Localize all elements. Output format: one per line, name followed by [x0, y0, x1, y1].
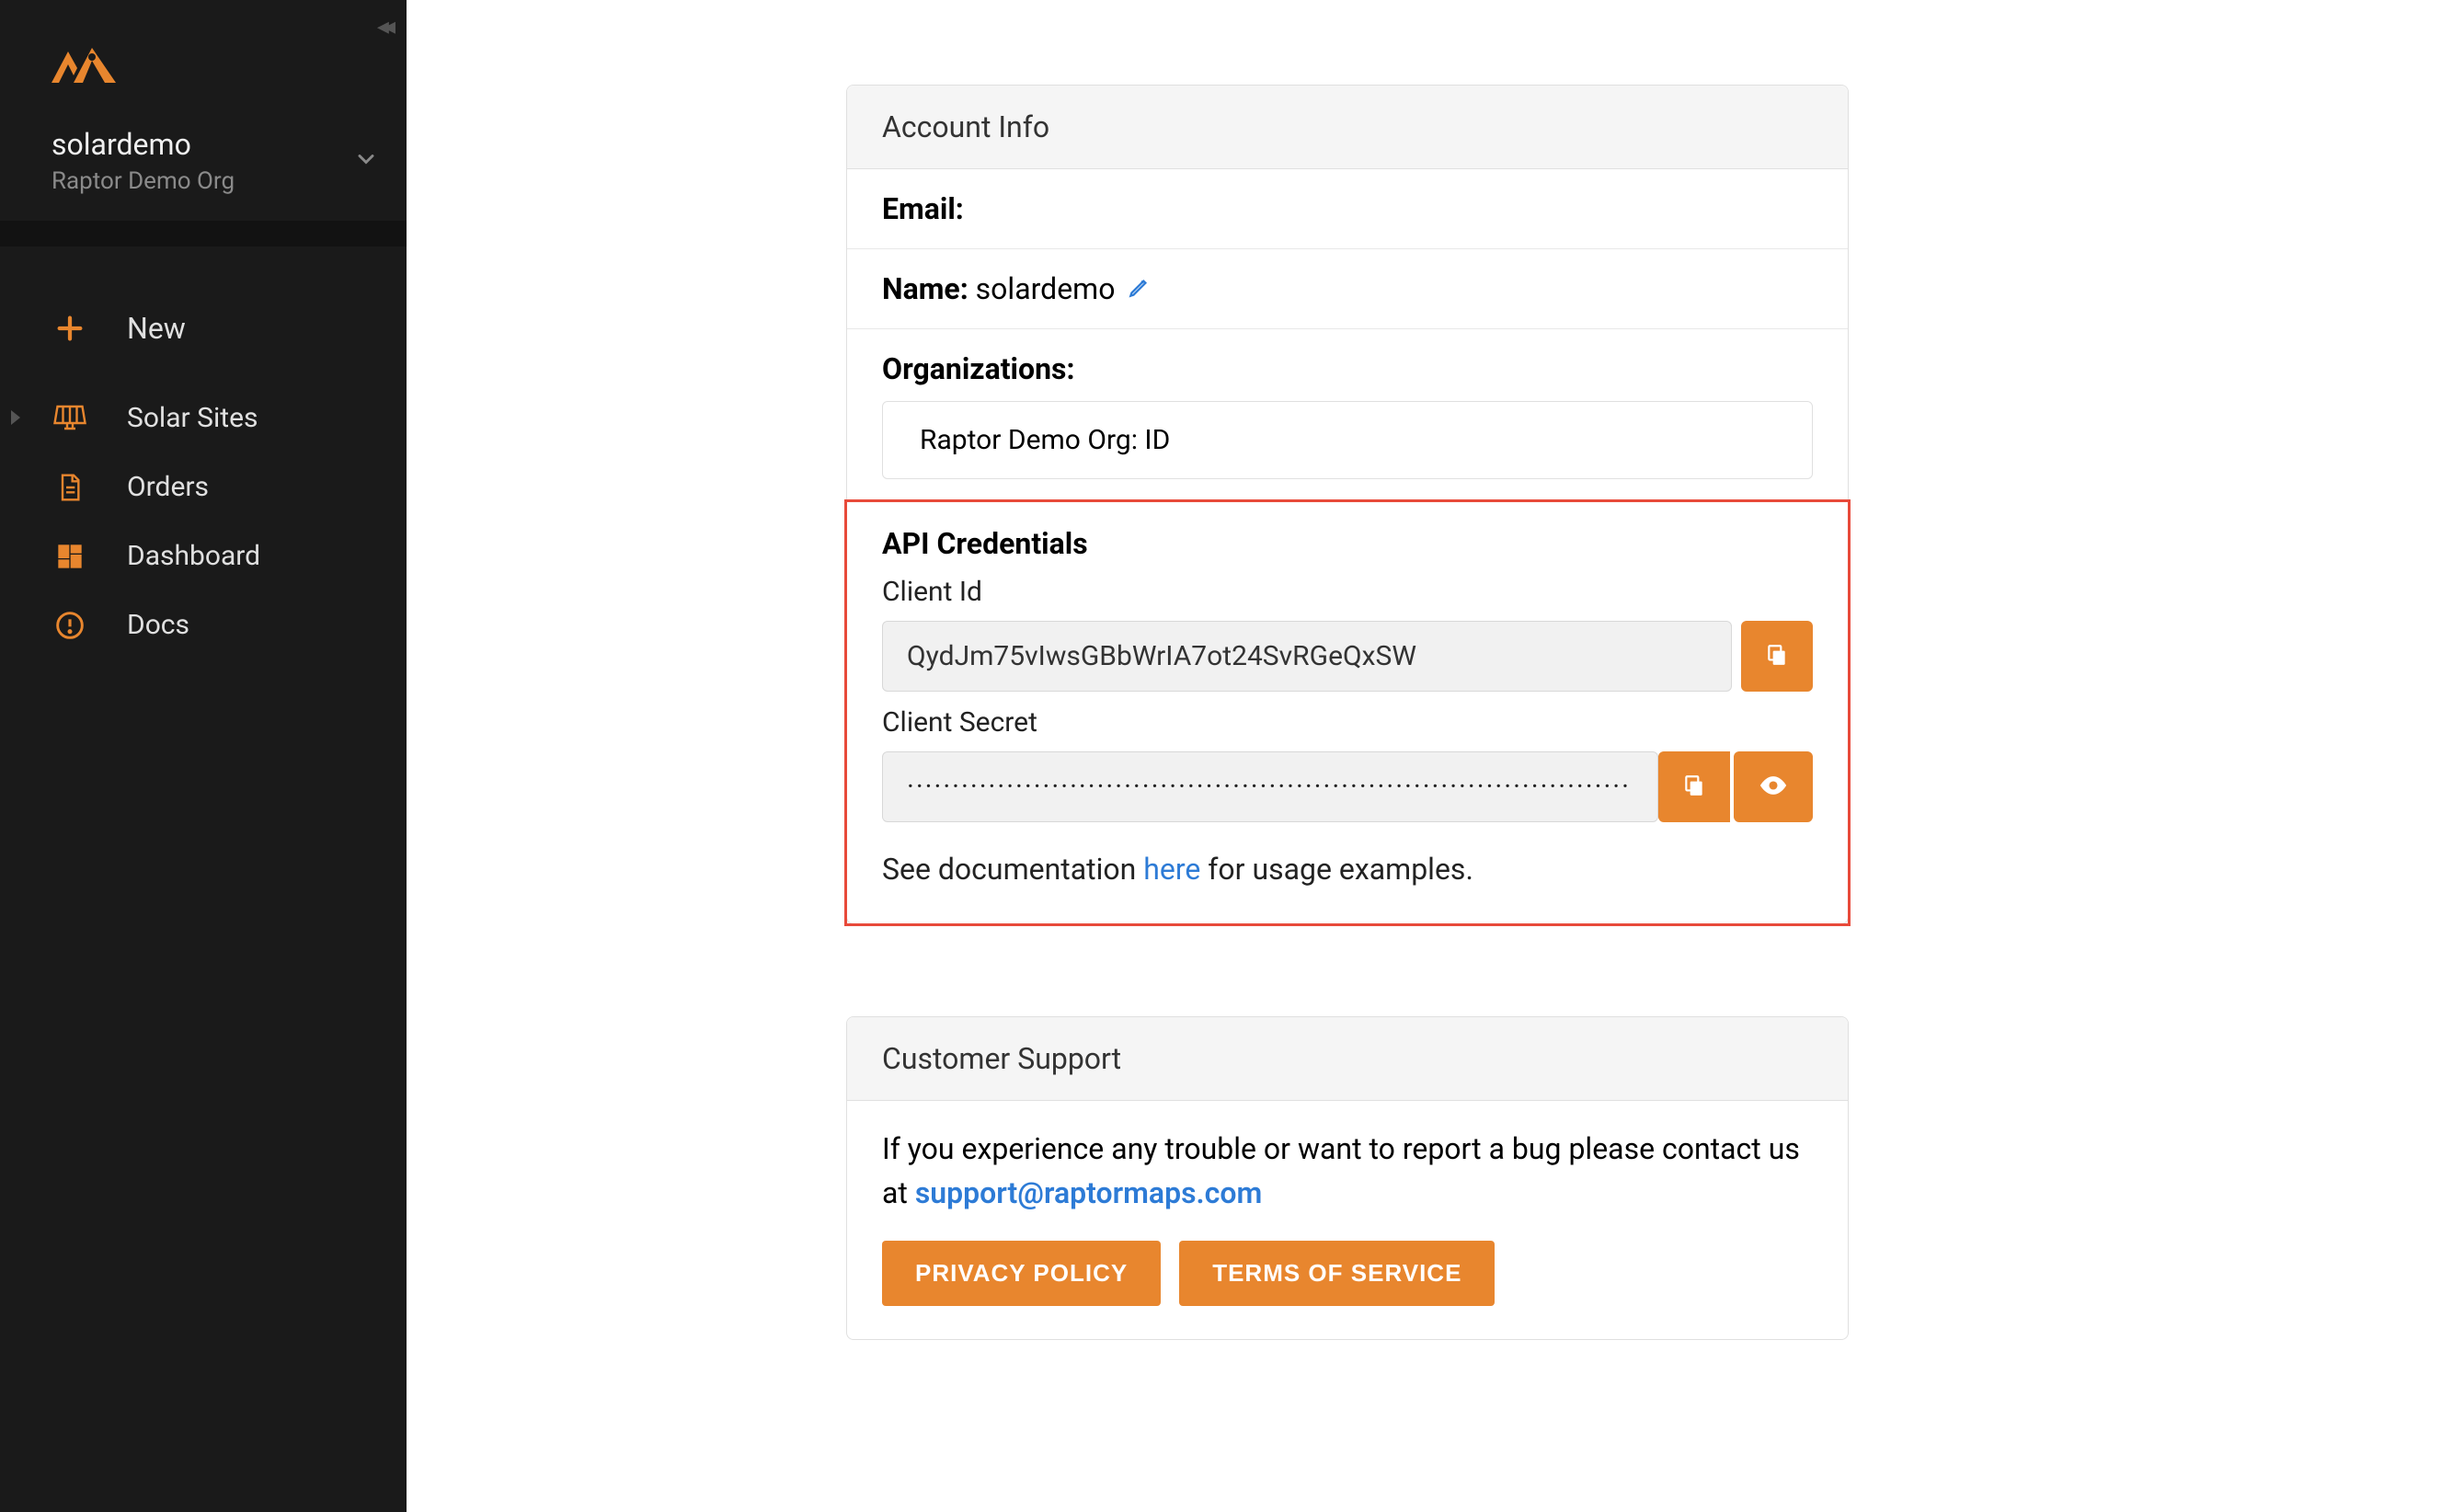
copy-client-secret-button[interactable]	[1658, 751, 1730, 822]
solar-panel-icon	[52, 401, 88, 434]
name-value: solardemo	[976, 271, 1116, 306]
customer-support-card: Customer Support If you experience any t…	[846, 1016, 1849, 1340]
sidebar-item-orders[interactable]: Orders	[0, 452, 407, 521]
sidebar-item-label: Docs	[127, 609, 189, 641]
new-label: New	[127, 311, 186, 346]
sidebar: ◂◂ solardemo Raptor Demo Org New	[0, 0, 407, 1512]
support-text: If you experience any trouble or want to…	[847, 1101, 1848, 1231]
sidebar-orgname: Raptor Demo Org	[52, 167, 235, 195]
plus-icon	[52, 313, 88, 344]
app-logo	[0, 0, 407, 86]
copy-client-id-button[interactable]	[1741, 621, 1813, 692]
orgs-row: Organizations: Raptor Demo Org: ID	[847, 329, 1848, 502]
org-switcher[interactable]: solardemo Raptor Demo Org	[0, 86, 407, 221]
sidebar-item-label: Solar Sites	[127, 402, 258, 434]
sidebar-item-label: Orders	[127, 471, 209, 503]
customer-support-header: Customer Support	[847, 1017, 1848, 1101]
email-label: Email:	[882, 191, 964, 226]
copy-icon	[1765, 643, 1789, 670]
chevron-down-icon	[353, 146, 379, 176]
client-id-input[interactable]	[882, 621, 1732, 692]
doc-prefix: See documentation	[882, 852, 1143, 887]
name-row: Name: solardemo	[847, 249, 1848, 329]
account-info-card: Account Info Email: Name: solardemo Orga…	[846, 85, 1849, 924]
sidebar-nav: New Solar Sites Orders Dashboard	[0, 246, 407, 659]
sidebar-item-solar-sites[interactable]: Solar Sites	[0, 383, 407, 452]
dashboard-icon	[52, 542, 88, 571]
org-entry: Raptor Demo Org: ID	[882, 401, 1813, 479]
eye-icon	[1758, 773, 1789, 800]
collapse-sidebar-icon[interactable]: ◂◂	[377, 13, 390, 40]
client-secret-input[interactable]	[882, 751, 1658, 822]
terms-of-service-button[interactable]: TERMS OF SERVICE	[1179, 1241, 1495, 1306]
orgs-label: Organizations:	[882, 351, 1074, 386]
client-id-label: Client Id	[882, 576, 1813, 608]
document-icon	[52, 473, 88, 502]
api-doc-link[interactable]: here	[1143, 852, 1200, 887]
name-label: Name:	[882, 271, 968, 306]
reveal-client-secret-button[interactable]	[1734, 751, 1813, 822]
account-info-header: Account Info	[847, 86, 1848, 169]
client-secret-label: Client Secret	[882, 706, 1813, 739]
copy-icon	[1682, 773, 1706, 800]
sidebar-item-docs[interactable]: Docs	[0, 590, 407, 659]
api-credentials-title: API Credentials	[882, 526, 1813, 561]
api-credentials-section: API Credentials Client Id Client Secret	[844, 499, 1851, 926]
doc-suffix: for usage examples.	[1200, 852, 1473, 887]
edit-name-button[interactable]	[1128, 271, 1152, 306]
main-content: Account Info Email: Name: solardemo Orga…	[407, 0, 2441, 1512]
privacy-policy-button[interactable]: PRIVACY POLICY	[882, 1241, 1161, 1306]
support-email-link[interactable]: support@raptormaps.com	[915, 1175, 1262, 1210]
email-row: Email:	[847, 169, 1848, 249]
sidebar-item-label: Dashboard	[127, 540, 260, 572]
sidebar-item-dashboard[interactable]: Dashboard	[0, 521, 407, 590]
sidebar-username: solardemo	[52, 127, 235, 162]
api-doc-line: See documentation here for usage example…	[882, 852, 1813, 887]
new-button[interactable]: New	[0, 283, 407, 383]
alert-circle-icon	[52, 611, 88, 640]
